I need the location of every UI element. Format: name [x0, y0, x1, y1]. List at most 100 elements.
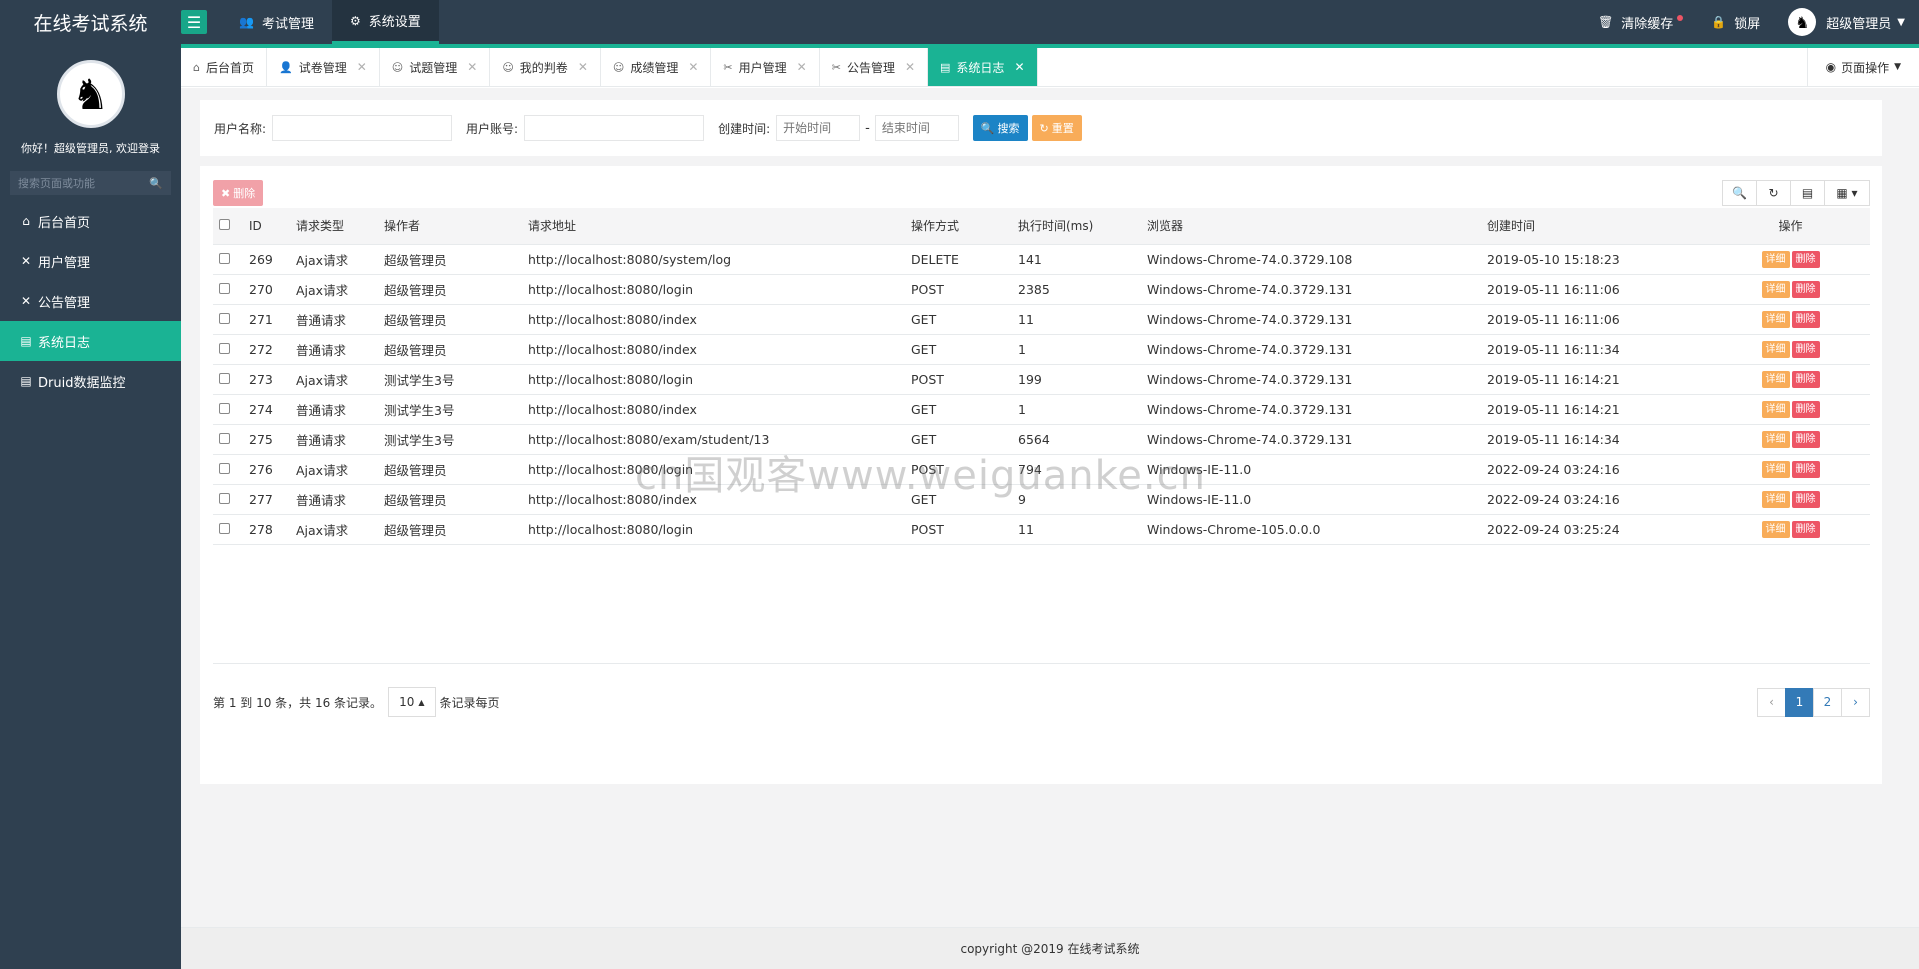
- close-icon[interactable]: ✕: [578, 60, 588, 74]
- tab-questions[interactable]: ☺ 试题管理 ✕: [380, 48, 491, 86]
- col-header[interactable]: ID: [243, 208, 290, 245]
- delete-button[interactable]: 删除: [1791, 281, 1820, 298]
- col-header[interactable]: 浏览器: [1141, 208, 1481, 245]
- detail-button[interactable]: 详细: [1761, 401, 1790, 418]
- next-page-button[interactable]: ›: [1841, 687, 1870, 717]
- col-header[interactable]: 操作方式: [905, 208, 1012, 245]
- bulk-delete-button[interactable]: ✖ 删除: [213, 180, 264, 206]
- delete-button[interactable]: 删除: [1791, 521, 1820, 538]
- tab-notices[interactable]: ✂ 公告管理 ✕: [820, 48, 929, 86]
- detail-button[interactable]: 详细: [1761, 251, 1790, 268]
- topnav-exam-management[interactable]: 👥 考试管理: [221, 0, 332, 44]
- page-size-select[interactable]: 10 ▲: [388, 687, 436, 717]
- lock-screen-button[interactable]: 🔒 锁屏: [1697, 13, 1774, 32]
- col-header[interactable]: 执行时间(ms): [1012, 208, 1141, 245]
- close-icon[interactable]: ✕: [357, 60, 367, 74]
- col-header[interactable]: 请求地址: [522, 208, 905, 245]
- row-checkbox[interactable]: [219, 342, 230, 354]
- row-checkbox[interactable]: [219, 492, 230, 504]
- tab-scores[interactable]: ☺ 成绩管理 ✕: [601, 48, 712, 86]
- delete-button[interactable]: 删除: [1791, 401, 1820, 418]
- profile-avatar[interactable]: ♞: [56, 60, 125, 128]
- table-row[interactable]: 274 普通请求 测试学生3号 http://localhost:8080/index…: [213, 394, 1870, 425]
- col-header[interactable]: 创建时间: [1481, 208, 1711, 245]
- users-icon: ☺: [391, 60, 404, 74]
- columns-button[interactable]: ▦ ▾: [1824, 180, 1870, 206]
- row-checkbox[interactable]: [219, 282, 230, 294]
- sidebar-item-home[interactable]: ⌂ 后台首页: [0, 201, 181, 241]
- close-icon[interactable]: ✕: [467, 60, 477, 74]
- detail-button[interactable]: 详细: [1761, 491, 1790, 508]
- detail-button[interactable]: 详细: [1761, 461, 1790, 478]
- delete-button[interactable]: 删除: [1791, 311, 1820, 328]
- tab-home[interactable]: ⌂ 后台首页: [181, 48, 267, 86]
- table-row[interactable]: 278 Ajax请求 超级管理员 http://localhost:8080/logi…: [213, 514, 1870, 545]
- delete-button[interactable]: 删除: [1791, 371, 1820, 388]
- table-cell: 普通请求: [290, 334, 378, 365]
- table-row[interactable]: 277 普通请求 超级管理员 http://localhost:8080/index G…: [213, 484, 1870, 515]
- prev-page-button[interactable]: ‹: [1757, 687, 1786, 717]
- page-button-2[interactable]: 2: [1813, 687, 1842, 717]
- tab-my-grading[interactable]: ☺ 我的判卷 ✕: [490, 48, 601, 86]
- range-dash: -: [865, 120, 870, 136]
- table-row[interactable]: 272 普通请求 超级管理员 http://localhost:8080/index G…: [213, 334, 1870, 365]
- detail-button[interactable]: 详细: [1761, 521, 1790, 538]
- topnav-system-settings[interactable]: ⚙ 系统设置: [331, 0, 439, 44]
- sidebar-item-users[interactable]: ✕ 用户管理: [0, 241, 181, 281]
- table-row[interactable]: 271 普通请求 超级管理员 http://localhost:8080/index G…: [213, 304, 1870, 335]
- refresh-button[interactable]: ↻: [1756, 180, 1791, 206]
- table-cell: 超级管理员: [378, 514, 522, 545]
- close-icon[interactable]: ✕: [1014, 60, 1024, 74]
- page-button-1[interactable]: 1: [1785, 687, 1814, 717]
- tab-system-log[interactable]: ▤ 系统日志 ✕: [928, 48, 1038, 86]
- sidebar-item-druid[interactable]: ▤ Druid数据监控: [0, 361, 181, 401]
- clear-cache-button[interactable]: 🗑 清除缓存: [1584, 13, 1697, 32]
- row-checkbox[interactable]: [219, 372, 230, 384]
- search-toggle-button[interactable]: 🔍: [1722, 180, 1757, 206]
- user-account-input[interactable]: [524, 115, 705, 141]
- close-icon[interactable]: ✕: [688, 60, 698, 74]
- row-checkbox[interactable]: [219, 402, 230, 414]
- row-checkbox[interactable]: [219, 432, 230, 444]
- delete-button[interactable]: 删除: [1791, 461, 1820, 478]
- reset-button[interactable]: ↻ 重置: [1031, 115, 1082, 141]
- table-row[interactable]: 270 Ajax请求 超级管理员 http://localhost:8080/logi…: [213, 274, 1870, 305]
- row-checkbox[interactable]: [219, 462, 230, 474]
- menu-toggle-button[interactable]: ☰: [181, 10, 207, 34]
- toggle-view-button[interactable]: ▤: [1790, 180, 1825, 206]
- delete-button[interactable]: 删除: [1791, 431, 1820, 448]
- table-row[interactable]: 273 Ajax请求 测试学生3号 http://localhost:8080/log…: [213, 364, 1870, 395]
- sidebar-item-notices[interactable]: ✕ 公告管理: [0, 281, 181, 321]
- end-time-input[interactable]: [874, 115, 959, 141]
- delete-button[interactable]: 删除: [1791, 491, 1820, 508]
- table-row[interactable]: 275 普通请求 测试学生3号 http://localhost:8080/exam/…: [213, 424, 1870, 455]
- close-icon[interactable]: ✕: [797, 60, 807, 74]
- detail-button[interactable]: 详细: [1761, 311, 1790, 328]
- start-time-input[interactable]: [776, 115, 861, 141]
- table-row[interactable]: 269 Ajax请求 超级管理员 http://localhost:8080/syst…: [213, 244, 1870, 275]
- table-row[interactable]: 276 Ajax请求 超级管理员 http://localhost:8080/logi…: [213, 454, 1870, 485]
- col-header[interactable]: 操作者: [378, 208, 522, 245]
- row-select-cell: [213, 304, 243, 335]
- row-checkbox[interactable]: [219, 252, 230, 264]
- detail-button[interactable]: 详细: [1761, 281, 1790, 298]
- row-checkbox[interactable]: [219, 312, 230, 324]
- user-name-input[interactable]: [272, 115, 453, 141]
- table-toolbar-right: 🔍 ↻ ▤ ▦ ▾: [1722, 180, 1870, 206]
- detail-button[interactable]: 详细: [1761, 431, 1790, 448]
- search-button[interactable]: 🔍 搜索: [972, 115, 1028, 141]
- delete-button[interactable]: 删除: [1791, 251, 1820, 268]
- detail-button[interactable]: 详细: [1761, 371, 1790, 388]
- close-icon[interactable]: ✕: [905, 60, 915, 74]
- delete-button[interactable]: 删除: [1791, 341, 1820, 358]
- col-header[interactable]: 请求类型: [290, 208, 378, 245]
- detail-button[interactable]: 详细: [1761, 341, 1790, 358]
- page-operations-dropdown[interactable]: ◉ 页面操作 ▼: [1806, 48, 1919, 86]
- sidebar-item-system-log[interactable]: ▤ 系统日志: [0, 321, 181, 361]
- select-all-checkbox[interactable]: [219, 218, 230, 230]
- user-menu[interactable]: ♞ 超级管理员 ▼: [1774, 8, 1919, 36]
- tab-users[interactable]: ✂ 用户管理 ✕: [711, 48, 820, 86]
- row-checkbox[interactable]: [219, 522, 230, 534]
- tab-papers[interactable]: 👤 试卷管理 ✕: [267, 48, 380, 86]
- sidebar-search-input[interactable]: 搜索页面或功能 🔍: [10, 171, 171, 195]
